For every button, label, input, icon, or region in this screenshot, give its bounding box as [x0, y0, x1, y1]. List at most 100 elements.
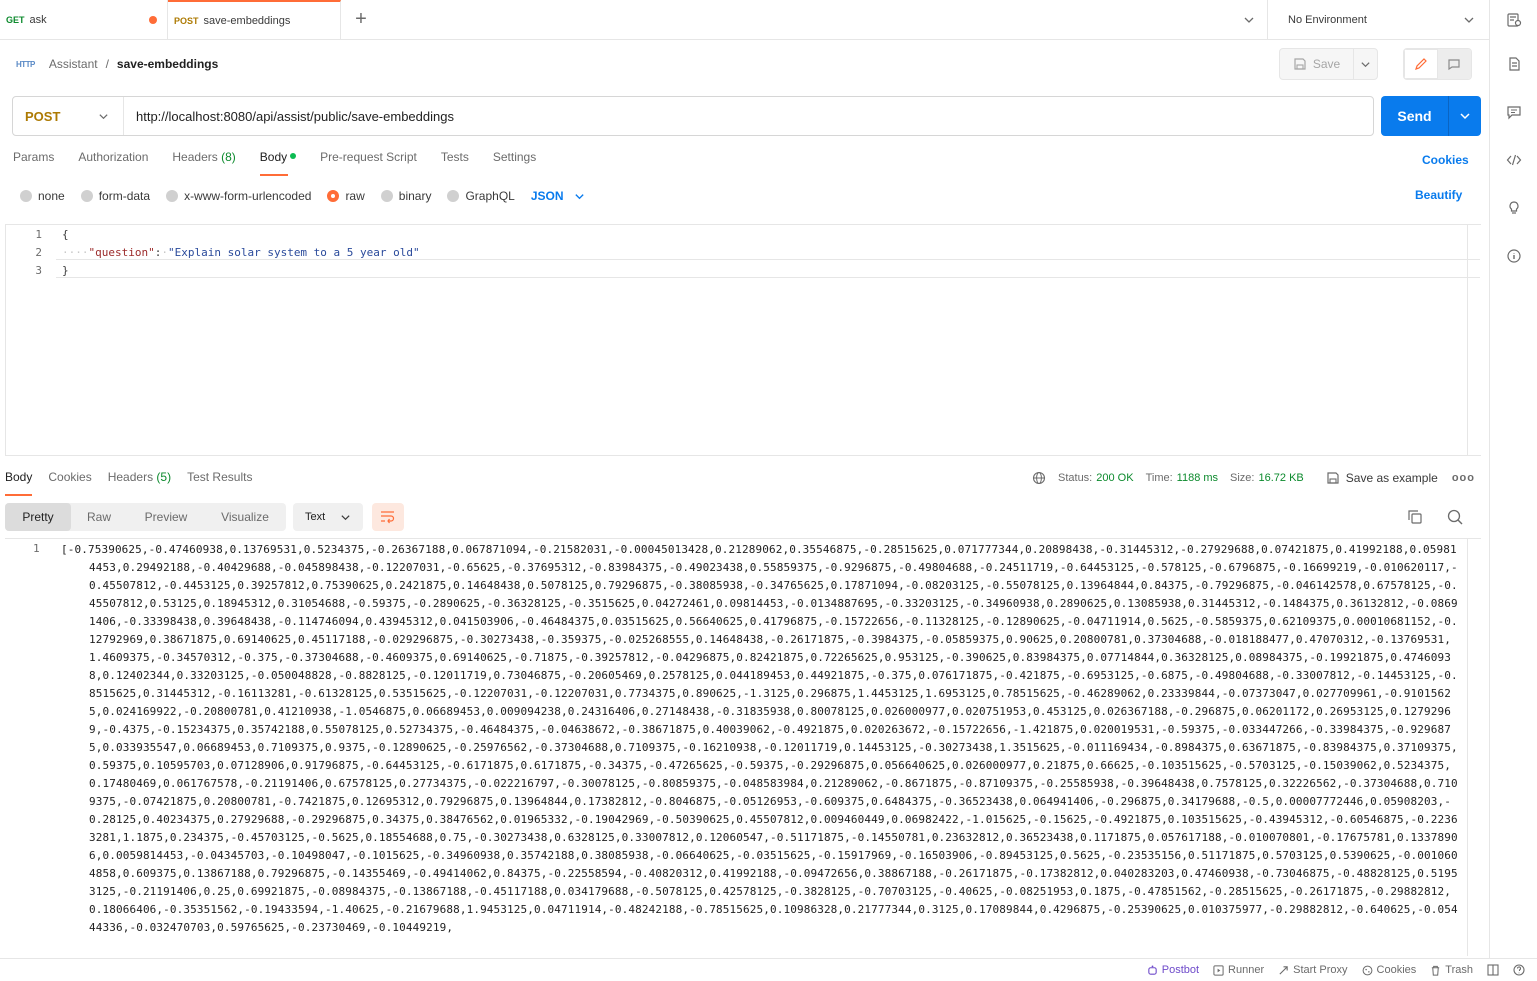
- send-button[interactable]: Send: [1381, 96, 1449, 136]
- response-view-toggle: Pretty Raw Preview Visualize: [5, 503, 286, 531]
- lightbulb-icon[interactable]: [1504, 198, 1524, 218]
- cookies-link[interactable]: Cookies: [1422, 153, 1469, 167]
- view-pretty[interactable]: Pretty: [5, 503, 71, 531]
- save-options-chevron-icon[interactable]: [1354, 49, 1377, 79]
- comments-icon[interactable]: [1504, 102, 1524, 122]
- response-tab-body[interactable]: Body: [5, 470, 33, 496]
- copy-icon[interactable]: [1406, 508, 1424, 529]
- body-type-none[interactable]: none: [20, 189, 65, 203]
- response-scrollbar[interactable]: [1467, 539, 1481, 956]
- footer-start-proxy[interactable]: Start Proxy: [1278, 964, 1348, 976]
- tabs-dropdown-chevron-icon[interactable]: [1232, 0, 1266, 40]
- response-format-select[interactable]: Text: [293, 503, 363, 531]
- save-as-example-button[interactable]: Save as example: [1326, 471, 1438, 485]
- response-tabs: Body Cookies Headers (5) Test Results: [5, 470, 268, 496]
- body-type-raw[interactable]: raw: [327, 189, 365, 203]
- edit-mode-toggle: [1403, 48, 1472, 80]
- body-type-urlencoded[interactable]: x-www-form-urlencoded: [166, 189, 311, 203]
- cookie-icon: [1362, 965, 1372, 975]
- info-icon[interactable]: [1504, 246, 1524, 266]
- response-tab-cookies[interactable]: Cookies: [48, 470, 91, 490]
- tab-title: ask: [29, 13, 47, 26]
- tab-settings[interactable]: Settings: [493, 150, 536, 172]
- tab-title: save-embeddings: [203, 14, 291, 27]
- tab-method: POST: [174, 15, 199, 26]
- footer-postbot[interactable]: Postbot: [1147, 964, 1199, 976]
- radio-label: raw: [345, 189, 365, 203]
- view-preview[interactable]: Preview: [127, 503, 205, 531]
- footer-trash[interactable]: Trash: [1430, 964, 1473, 976]
- environment-selector[interactable]: No Environment: [1267, 0, 1489, 40]
- time-label: Time:: [1145, 472, 1173, 484]
- scrollbar-thumb[interactable]: [1468, 541, 1480, 555]
- response-body-viewer[interactable]: 1 [-0.75390625,-0.47460938,0.13769531,0.…: [5, 538, 1481, 956]
- more-options-icon[interactable]: ooo: [1452, 472, 1475, 484]
- size-value[interactable]: 16.72 KB: [1259, 472, 1304, 484]
- body-format-label: JSON: [530, 189, 564, 203]
- time-value[interactable]: 1188 ms: [1177, 472, 1218, 484]
- unsaved-dot-icon: [149, 16, 157, 24]
- body-type-binary[interactable]: binary: [380, 189, 431, 203]
- chevron-down-icon: [574, 193, 584, 199]
- proxy-icon: [1279, 965, 1288, 975]
- radio-icon: [20, 190, 32, 202]
- editor-line: 1 {: [6, 225, 68, 243]
- help-icon[interactable]: [1513, 964, 1525, 976]
- response-tab-headers[interactable]: Headers (5): [108, 470, 171, 490]
- body-type-form-data[interactable]: form-data: [80, 189, 150, 203]
- documentation-icon[interactable]: [1504, 54, 1524, 74]
- environment-label: No Environment: [1288, 14, 1367, 26]
- tab-body[interactable]: Body: [259, 150, 297, 176]
- save-button[interactable]: Save: [1280, 49, 1354, 79]
- chevron-down-icon: [341, 514, 350, 520]
- radio-label: GraphQL: [465, 189, 515, 203]
- status-value[interactable]: 200 OK: [1096, 472, 1133, 484]
- footer-label: Cookies: [1376, 964, 1417, 976]
- wrap-lines-icon[interactable]: [372, 503, 404, 531]
- line-number: 2: [35, 245, 42, 259]
- two-pane-view-icon[interactable]: [1487, 964, 1499, 976]
- chevron-down-icon: [99, 113, 108, 119]
- new-tab-button[interactable]: +: [341, 0, 381, 39]
- http-method-select[interactable]: POST: [13, 97, 124, 135]
- environment-quick-look-icon[interactable]: [1504, 10, 1524, 30]
- request-tab-ask[interactable]: GET ask: [0, 0, 168, 39]
- beautify-link[interactable]: Beautify: [1415, 188, 1462, 202]
- radio-icon: [447, 190, 460, 202]
- tab-authorization[interactable]: Authorization: [78, 150, 148, 172]
- line-number: 1: [33, 542, 40, 555]
- body-format-select[interactable]: JSON: [531, 189, 585, 203]
- response-tab-test-results[interactable]: Test Results: [187, 470, 252, 490]
- request-name[interactable]: save-embeddings: [117, 57, 218, 71]
- comment-mode-icon[interactable]: [1437, 49, 1471, 79]
- url-input[interactable]: [124, 97, 1373, 135]
- tab-label: Headers: [172, 150, 218, 164]
- tab-pre-request-script[interactable]: Pre-request Script: [320, 150, 417, 172]
- code-snippet-icon[interactable]: [1504, 150, 1524, 170]
- request-tab-save-embeddings[interactable]: POST save-embeddings: [168, 0, 341, 39]
- runner-icon: [1213, 964, 1224, 976]
- tab-headers[interactable]: Headers (8): [172, 150, 235, 172]
- body-type-graphql[interactable]: GraphQL: [447, 189, 515, 203]
- breadcrumb-collection[interactable]: Assistant: [49, 57, 98, 71]
- breadcrumb: HTTP Assistant / save-embeddings: [16, 52, 218, 76]
- send-options-chevron-icon[interactable]: [1449, 96, 1481, 136]
- edit-pencil-icon[interactable]: [1404, 49, 1438, 79]
- json-key: "question": [88, 245, 155, 259]
- radio-label: x-www-form-urlencoded: [184, 189, 312, 203]
- save-as-example-label: Save as example: [1345, 471, 1438, 485]
- footer-label: Postbot: [1161, 964, 1200, 976]
- view-visualize[interactable]: Visualize: [205, 503, 285, 531]
- tab-params[interactable]: Params: [13, 150, 54, 172]
- body-indicator-dot-icon: [290, 153, 297, 159]
- response-format-label: Text: [305, 511, 326, 523]
- tab-tests[interactable]: Tests: [441, 150, 469, 172]
- footer-cookies[interactable]: Cookies: [1362, 964, 1417, 976]
- breadcrumb-separator: /: [105, 57, 109, 71]
- right-context-bar: [1489, 0, 1537, 958]
- save-label: Save: [1312, 57, 1341, 71]
- footer-runner[interactable]: Runner: [1213, 964, 1264, 976]
- view-raw[interactable]: Raw: [71, 503, 127, 531]
- globe-icon[interactable]: [1032, 471, 1046, 485]
- search-icon[interactable]: [1446, 508, 1464, 529]
